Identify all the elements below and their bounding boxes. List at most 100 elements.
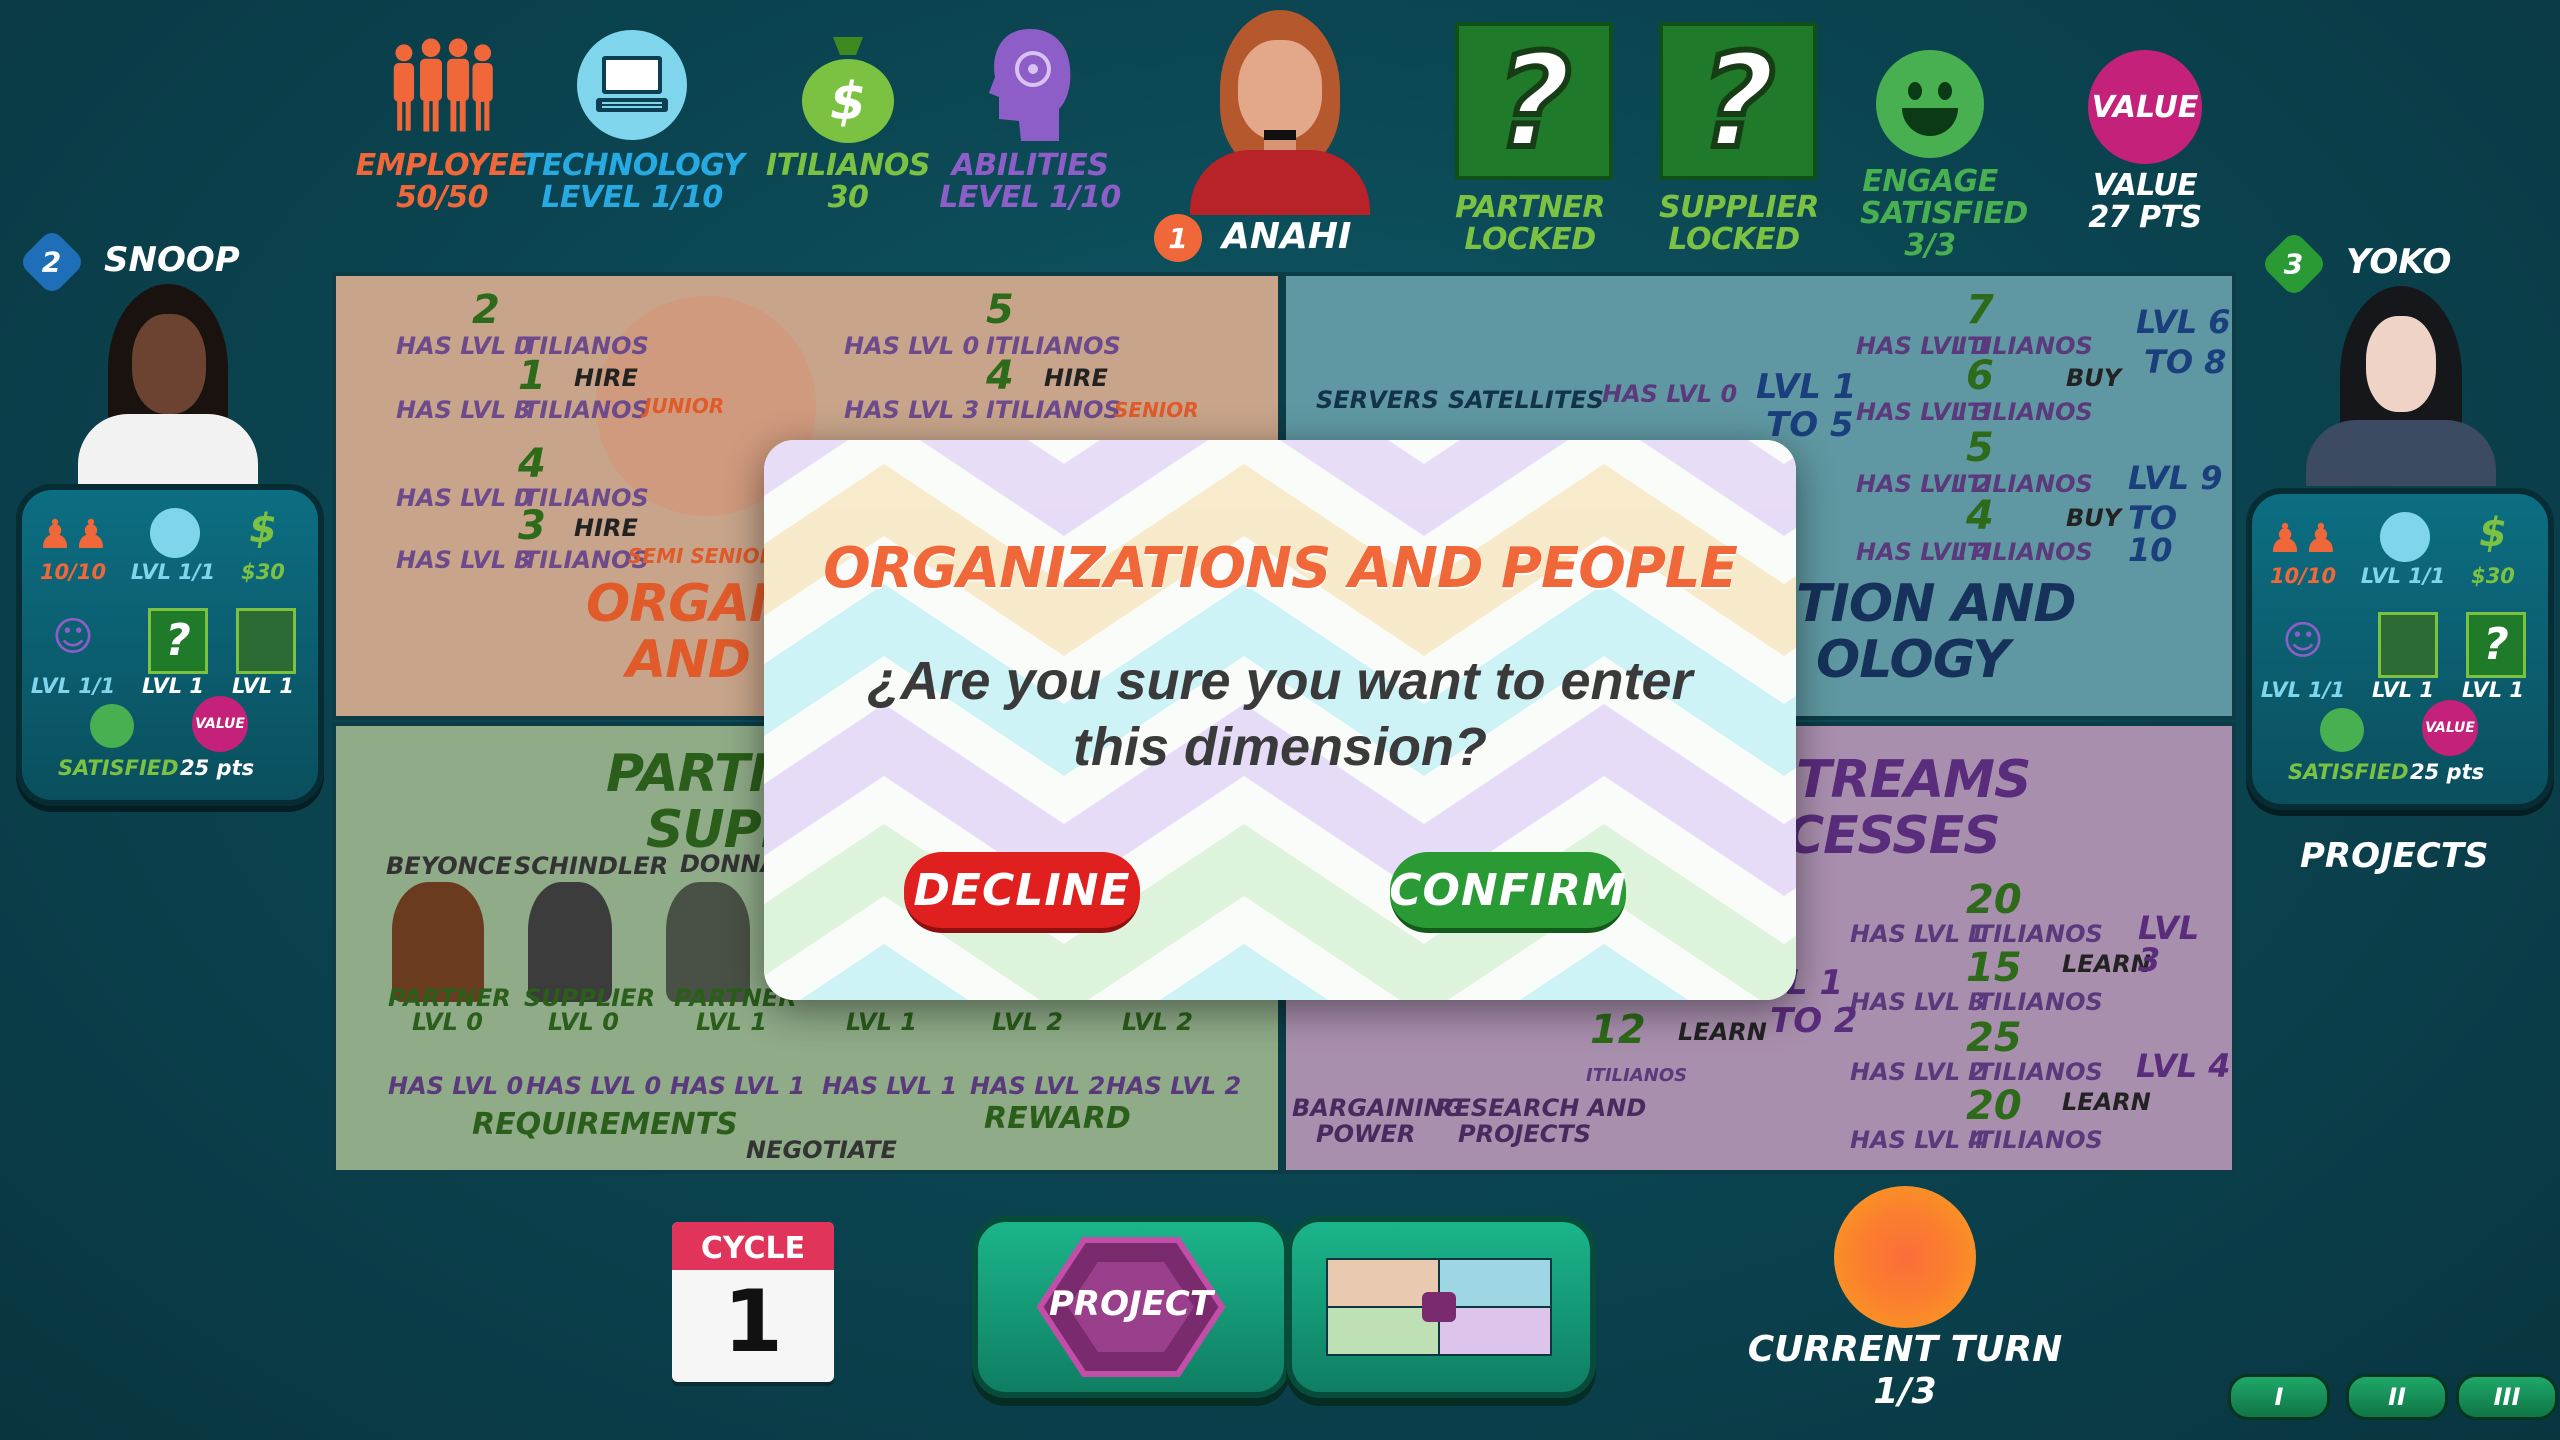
streams-r4-has: HAS LVL 4 — [1850, 1126, 1986, 1154]
org-junior-hire: HIRE — [574, 364, 638, 392]
right-player-name: YOKO — [2346, 242, 2452, 282]
org-semi-role: SEMI SENIOR — [628, 544, 776, 568]
org-senior-hire: HIRE — [1044, 364, 1108, 392]
supplier-label: SUPPLIER — [1659, 190, 1819, 225]
money-bag-icon: $ — [2479, 510, 2507, 556]
partner-tag-2: SUPPLIER — [524, 984, 656, 1012]
org-senior-cost2: 4 — [986, 353, 1014, 399]
req-has-6: HAS LVL 2 — [1106, 1072, 1242, 1100]
abilities-label: ABILITIES — [951, 148, 1109, 183]
streams-r3-cost: 25 — [1966, 1015, 2022, 1061]
brain-head-icon — [975, 29, 1085, 141]
right-abilities: LVL 1/1 — [2260, 678, 2346, 702]
computer-icon — [2380, 512, 2430, 562]
money-bag-icon: $ — [249, 506, 277, 552]
right-partner: LVL 1 — [2371, 678, 2435, 702]
brain-head-icon: ☺ — [2282, 618, 2324, 664]
current-turn-value: 1/3 — [1873, 1371, 1937, 1412]
partner-lvl2-2: LVL 2 — [992, 1008, 1063, 1036]
speed-button-3[interactable]: III — [2456, 1374, 2558, 1420]
tech-buy-1: BUY — [2066, 364, 2122, 392]
tech-lvl910a: LVL 9 — [2128, 459, 2223, 497]
streams-r3-has: HAS LVL 2 — [1850, 1058, 1986, 1086]
req-has-1: HAS LVL 0 — [388, 1072, 524, 1100]
current-turn-label: CURRENT TURN — [1747, 1329, 2063, 1370]
employees-icon: ♟♟ — [2267, 516, 2339, 562]
org-junior-cost1: 2 — [472, 287, 500, 333]
partner-tag-lvl-1: LVL 0 — [412, 1008, 483, 1036]
left-pts: 25 pts — [180, 756, 255, 780]
org-senior-has3: HAS LVL 3 — [844, 396, 980, 424]
streams-r1-cost: 20 — [1966, 877, 2022, 923]
dialog-question-line-2: this dimension? — [1072, 717, 1488, 777]
org-itil-4: ITILIANOS — [986, 396, 1121, 424]
stat-abilities: ABILITIES LEVEL 1/10 — [920, 29, 1140, 214]
dialog-title: ORGANIZATIONS AND PEOPLE — [823, 536, 1738, 601]
speed-button-2[interactable]: II — [2346, 1374, 2448, 1420]
tech-itil-2: ITILIANOS — [1958, 398, 2093, 426]
player-1-badge: 1 — [1154, 214, 1202, 262]
player-2-badge: 2 — [18, 228, 86, 296]
org-senior-has0: HAS LVL 0 — [844, 332, 980, 360]
board-map-button[interactable] — [1286, 1216, 1596, 1398]
streams-itil-5: ITILIANOS — [1586, 1065, 1688, 1086]
engage-label: ENGAGE — [1862, 164, 1998, 199]
streams-lvl12b: TO 2 — [1770, 1001, 1858, 1041]
value-badge: VALUE — [2422, 700, 2478, 756]
partner-lvl2-1: LVL 1 — [846, 1008, 917, 1036]
streams-lvl3: LVL 3 — [2138, 909, 2200, 979]
computer-icon — [150, 508, 200, 558]
smiley-icon — [2320, 708, 2364, 752]
org-semi-cost1: 4 — [518, 441, 546, 487]
streams-learn-3: LEARN — [1678, 1018, 1767, 1046]
streams-r2-has: HAS LVL 3 — [1850, 988, 1986, 1016]
right-player-avatar — [2306, 286, 2496, 486]
left-player-panel: ♟♟ 10/10 LVL 1/1 $ $30 ☺ LVL 1/1 ? LVL 1… — [16, 484, 324, 806]
stat-value: VALUE VALUE 27 PTS — [2070, 50, 2220, 234]
decline-button[interactable]: DECLINE — [904, 852, 1140, 933]
question-mark-icon: ? — [2466, 612, 2526, 678]
right-employees: 10/10 — [2269, 564, 2337, 588]
stat-technology: TECHNOLOGY LEVEL 1/10 — [522, 30, 745, 215]
technology-value: LEVEL 1/10 — [541, 180, 723, 215]
streams-title-1: TREAMS — [1796, 750, 2031, 810]
question-mark-icon: ? — [1455, 22, 1613, 180]
negotiate-label: NEGOTIATE — [746, 1136, 897, 1164]
tech-has0: HAS LVL 0 — [1602, 380, 1738, 408]
left-employees: 10/10 — [39, 560, 107, 584]
cycle-value: 1 — [723, 1272, 783, 1372]
stat-engage: ENGAGE SATISFIED 3/3 — [1860, 50, 2028, 262]
employees-icon: ♟♟ — [37, 512, 109, 558]
partner-avatar — [2378, 612, 2438, 678]
stat-employee: EMPLOYEE 50/50 — [332, 30, 552, 214]
tech-itil-4: ITILIANOS — [1958, 538, 2093, 566]
cycle-calendar: CYCLE 1 — [672, 1222, 834, 1382]
confirm-button[interactable]: CONFIRM — [1389, 852, 1626, 933]
bargaining-label-2: POWER — [1316, 1120, 1416, 1148]
tech-lvl15a: LVL 1 — [1756, 367, 1857, 407]
technology-label: TECHNOLOGY — [522, 148, 745, 183]
org-junior-role: JUNIOR — [644, 394, 725, 418]
tech-lvl15b: TO 5 — [1766, 405, 1854, 445]
tech-r4-cost: 4 — [1966, 493, 1994, 539]
projects-label: PROJECTS — [2300, 836, 2489, 876]
tech-servers: SERVERS — [1316, 386, 1439, 414]
org-junior-has0: HAS LVL 0 — [396, 332, 532, 360]
left-money: $30 — [241, 560, 285, 584]
project-button[interactable]: PROJECT — [972, 1216, 1290, 1398]
right-player-panel: ♟♟ 10/10 LVL 1/1 $ $30 ☺ LVL 1/1 LVL 1 ?… — [2246, 488, 2554, 810]
req-has-2: HAS LVL 0 — [526, 1072, 662, 1100]
speed-button-1[interactable]: I — [2228, 1374, 2330, 1420]
question-mark-icon: ? — [1659, 22, 1817, 180]
board-thumbnail-icon — [1326, 1258, 1552, 1356]
left-supplier: LVL 1 — [231, 674, 295, 698]
streams-lvl4: LVL 4 — [2136, 1047, 2231, 1085]
money-bag-icon: $ — [793, 30, 903, 143]
employee-label: EMPLOYEE — [355, 148, 529, 183]
tech-lvl910b: TO 10 — [2128, 499, 2178, 569]
partner-locked: ? PARTNER LOCKED — [1455, 22, 1613, 256]
dialog-question-line-1: ¿Are you sure you want to enter — [867, 651, 1693, 711]
left-satisfied: SATISFIED — [58, 756, 179, 780]
streams-title-2: CESSES — [1786, 806, 2001, 866]
computer-icon — [577, 30, 687, 140]
